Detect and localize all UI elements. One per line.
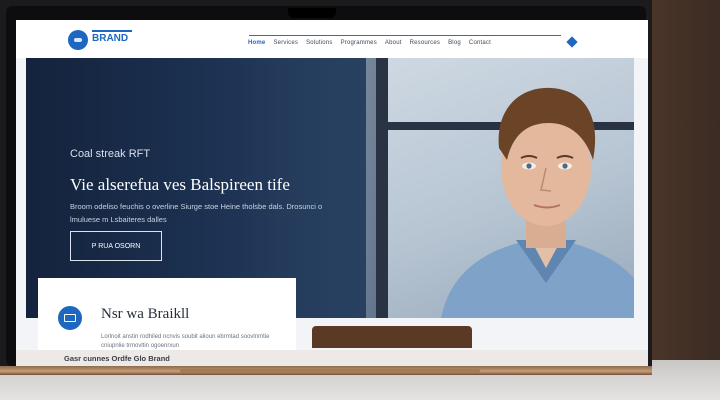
nav-link-about[interactable]: About — [385, 40, 402, 46]
card-text: Lorlnoit anstin rodhiled ncnvis soubit a… — [101, 334, 270, 349]
laptop-bezel: BRAND Home Services Solutions Programmes… — [6, 6, 648, 366]
nav-link-resources[interactable]: Resources — [410, 40, 440, 46]
hero-subtitle: Broom odeliso feuchis o overline Siurge … — [70, 202, 323, 224]
card-title: Nsr wa Braikll — [101, 306, 190, 322]
nav-link-contact[interactable]: Contact — [469, 40, 491, 46]
search-icon[interactable] — [566, 36, 578, 48]
nav-link-solutions[interactable]: Solutions — [306, 40, 332, 46]
webcam-icon — [288, 8, 336, 18]
card-monitor-icon — [58, 306, 82, 330]
website-screen: BRAND Home Services Solutions Programmes… — [16, 20, 648, 366]
logo-text[interactable]: BRAND — [92, 33, 128, 44]
logo-underline — [92, 30, 132, 32]
laptop: BRAND Home Services Solutions Programmes… — [0, 0, 652, 375]
hero-person-photo — [441, 87, 634, 318]
window-frame — [376, 58, 388, 318]
hero-title: Vie alserefua ves Balspireen tife — [70, 175, 290, 194]
chair-back — [312, 326, 472, 348]
bottom-strip-text: Gasr cunnes Ordfe Glo Brand — [64, 354, 170, 363]
logo-icon[interactable] — [68, 30, 88, 50]
bottom-strip: Gasr cunnes Ordfe Glo Brand — [16, 350, 648, 366]
nav-link-programmes[interactable]: Programmes — [341, 40, 377, 46]
nav-divider — [249, 35, 561, 36]
nav-link-services[interactable]: Services — [273, 40, 298, 46]
nav-link-blog[interactable]: Blog — [448, 40, 461, 46]
hero-eyebrow: Coal streak RFT — [70, 148, 151, 160]
nav-link-home[interactable]: Home — [248, 40, 265, 46]
nav-links: Home Services Solutions Programmes About… — [248, 40, 491, 46]
top-navigation: BRAND Home Services Solutions Programmes… — [16, 20, 648, 58]
hero-cta-button[interactable]: P RUA OSORN — [70, 231, 162, 261]
laptop-hinge-bar — [180, 369, 480, 373]
